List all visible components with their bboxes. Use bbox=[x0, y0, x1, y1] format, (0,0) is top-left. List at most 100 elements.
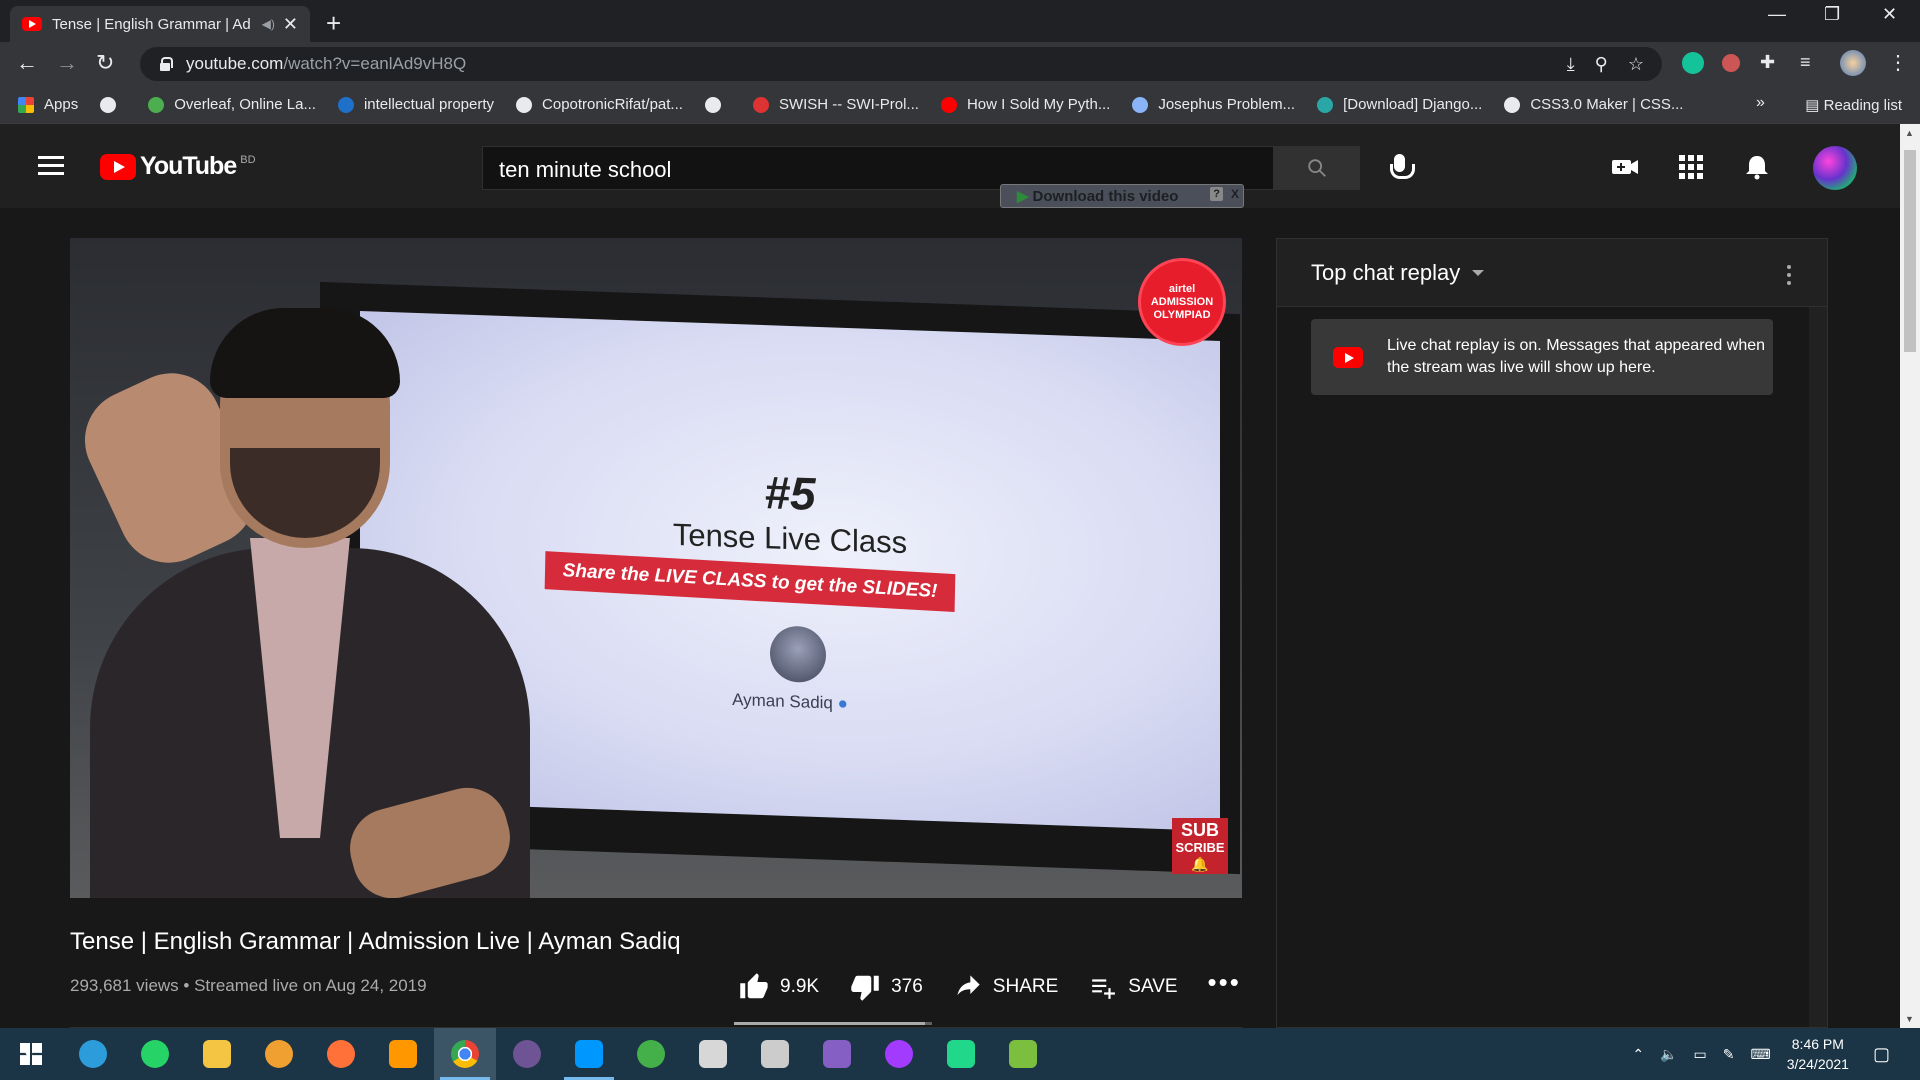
chat-scrollbar[interactable] bbox=[1809, 307, 1827, 1027]
reading-list-button[interactable]: ▤ Reading list bbox=[1805, 96, 1902, 114]
taskbar-item[interactable] bbox=[434, 1028, 496, 1080]
like-button[interactable]: 9.9K bbox=[738, 972, 819, 1002]
show-hidden-icons-icon[interactable]: ⌃ bbox=[1632, 1046, 1644, 1063]
bookmark-item[interactable]: Overleaf, Online La... bbox=[148, 96, 316, 113]
install-icon[interactable]: ⤓ bbox=[1567, 47, 1575, 81]
taskbar-item[interactable] bbox=[992, 1028, 1054, 1080]
logo-text: YouTube bbox=[140, 152, 237, 180]
like-ratio-fill bbox=[734, 1022, 925, 1025]
chat-header[interactable]: Top chat replay bbox=[1277, 239, 1827, 307]
extensions-puzzle-icon[interactable]: ✚ bbox=[1760, 52, 1775, 73]
taskbar-item[interactable] bbox=[62, 1028, 124, 1080]
bookmark-item[interactable]: SWISH -- SWI-Prol... bbox=[752, 96, 919, 113]
taskbar-item[interactable] bbox=[744, 1028, 806, 1080]
audio-icon[interactable]: ◀) bbox=[262, 17, 275, 31]
chat-more-icon[interactable] bbox=[1787, 265, 1791, 289]
page-scrollbar[interactable]: ▲ ▼ bbox=[1900, 124, 1920, 1028]
notifications-bell-icon[interactable] bbox=[1742, 154, 1772, 180]
youtube-icon bbox=[940, 96, 957, 113]
extension-icon[interactable] bbox=[1722, 54, 1740, 72]
notification-center-icon[interactable]: ▢ bbox=[1873, 1044, 1890, 1065]
bookmark-item[interactable]: CopotronicRifat/pat... bbox=[516, 96, 683, 113]
new-tab-button[interactable]: + bbox=[326, 8, 341, 39]
taskbar-item[interactable] bbox=[0, 1028, 62, 1080]
taskbar-item[interactable] bbox=[248, 1028, 310, 1080]
restore-window-icon[interactable]: ❐ bbox=[1824, 4, 1840, 25]
taskbar-item[interactable] bbox=[868, 1028, 930, 1080]
reload-icon[interactable]: ↻ bbox=[96, 50, 114, 76]
account-avatar[interactable] bbox=[1813, 146, 1857, 190]
scroll-up-icon[interactable]: ▲ bbox=[1905, 128, 1914, 138]
voice-search-icon[interactable] bbox=[1385, 152, 1415, 186]
country-code: BD bbox=[240, 153, 256, 166]
save-button[interactable]: SAVE bbox=[1088, 974, 1178, 1000]
minimize-window-icon[interactable]: — bbox=[1768, 4, 1786, 25]
search-button[interactable] bbox=[1274, 146, 1360, 190]
bookmark-item[interactable] bbox=[704, 96, 731, 113]
dislike-button[interactable]: 376 bbox=[849, 972, 923, 1002]
taskbar-item[interactable] bbox=[372, 1028, 434, 1080]
back-icon[interactable]: ← bbox=[16, 50, 38, 76]
taskbar-item[interactable] bbox=[310, 1028, 372, 1080]
notepad-icon bbox=[1009, 1040, 1037, 1068]
grammarly-icon[interactable] bbox=[1682, 52, 1704, 74]
download-help-button[interactable]: ? bbox=[1210, 187, 1223, 201]
browser-chrome: Tense | English Grammar | Ad ◀) ✕ + — ❐ … bbox=[0, 0, 1920, 124]
create-video-icon[interactable] bbox=[1610, 154, 1640, 180]
taskbar-item[interactable] bbox=[496, 1028, 558, 1080]
chrome-menu-icon[interactable]: ⋮ bbox=[1888, 50, 1908, 75]
browser-tab[interactable]: Tense | English Grammar | Ad ◀) ✕ bbox=[10, 6, 310, 42]
presenter-name: Ayman Sadiq bbox=[732, 689, 833, 713]
bookmark-item[interactable]: CSS3.0 Maker | CSS... bbox=[1504, 96, 1683, 113]
taskbar-item[interactable] bbox=[558, 1028, 620, 1080]
youtube-logo[interactable]: YouTube BD bbox=[100, 152, 256, 181]
video-player[interactable]: #5 Tense Live Class Share the LIVE CLASS… bbox=[70, 238, 1242, 898]
keyboard-icon[interactable]: ⌨ bbox=[1750, 1046, 1770, 1063]
download-close-button[interactable]: X bbox=[1231, 187, 1239, 201]
share-button[interactable]: SHARE bbox=[953, 973, 1058, 1001]
bookmark-item[interactable]: [Download] Django... bbox=[1317, 96, 1482, 113]
volume-icon[interactable]: 🔈 bbox=[1660, 1046, 1677, 1063]
chat-mode-dropdown[interactable]: Top chat replay bbox=[1311, 260, 1460, 286]
taskbar-item[interactable] bbox=[682, 1028, 744, 1080]
dislike-count: 376 bbox=[891, 976, 923, 997]
pen-icon[interactable]: ✎ bbox=[1723, 1046, 1735, 1063]
scroll-down-icon[interactable]: ▼ bbox=[1905, 1014, 1914, 1024]
profile-avatar-icon[interactable] bbox=[1840, 50, 1866, 76]
bookmark-item[interactable]: Josephus Problem... bbox=[1132, 96, 1295, 113]
forward-icon[interactable]: → bbox=[56, 50, 78, 76]
subscribe-watermark[interactable]: SUB SCRIBE 🔔 bbox=[1172, 818, 1228, 874]
bookmark-item[interactable]: How I Sold My Pyth... bbox=[940, 96, 1111, 113]
taskbar-item[interactable] bbox=[930, 1028, 992, 1080]
close-tab-icon[interactable]: ✕ bbox=[283, 14, 298, 35]
reading-list-icon: ▤ bbox=[1805, 97, 1824, 114]
bookmark-item[interactable]: intellectual property bbox=[337, 96, 494, 113]
bookmark-item[interactable] bbox=[100, 96, 126, 113]
download-video-bar[interactable]: ▶ Download this video ? X bbox=[1000, 184, 1244, 208]
bookmark-label: How I Sold My Pyth... bbox=[966, 96, 1111, 113]
chevron-down-icon[interactable] bbox=[1472, 269, 1485, 276]
lock-icon[interactable] bbox=[158, 57, 173, 71]
scrollbar-thumb[interactable] bbox=[1904, 150, 1916, 352]
bookmark-label: SWISH -- SWI-Prol... bbox=[778, 96, 919, 113]
more-actions-icon[interactable]: ••• bbox=[1208, 967, 1241, 998]
clock[interactable]: 8:46 PM 3/24/2021 bbox=[1787, 1034, 1849, 1074]
media-control-icon[interactable]: ≡ bbox=[1800, 52, 1811, 73]
taskbar-item[interactable] bbox=[124, 1028, 186, 1080]
bookmark-star-icon[interactable]: ☆ bbox=[1628, 47, 1644, 81]
bookmark-item[interactable]: Apps bbox=[18, 96, 78, 113]
menu-icon[interactable] bbox=[38, 156, 64, 176]
view-count: 293,681 views bbox=[70, 976, 179, 995]
anaconda-icon bbox=[637, 1040, 665, 1068]
stream-date: Streamed live on Aug 24, 2019 bbox=[194, 976, 427, 995]
network-icon[interactable]: ▭ bbox=[1694, 1046, 1707, 1063]
address-bar[interactable]: youtube.com/watch?v=eanlAd9vH8Q ⤓ ⚲ ☆ bbox=[140, 47, 1662, 81]
taskbar-item[interactable] bbox=[186, 1028, 248, 1080]
taskbar-item[interactable] bbox=[806, 1028, 868, 1080]
apps-grid-icon[interactable] bbox=[1676, 154, 1706, 180]
taskbar-item[interactable] bbox=[620, 1028, 682, 1080]
close-window-icon[interactable]: ✕ bbox=[1882, 4, 1897, 25]
more-bookmarks-icon[interactable]: » bbox=[1756, 94, 1765, 112]
youtube-play-icon bbox=[100, 153, 136, 180]
zoom-icon[interactable]: ⚲ bbox=[1595, 47, 1608, 81]
